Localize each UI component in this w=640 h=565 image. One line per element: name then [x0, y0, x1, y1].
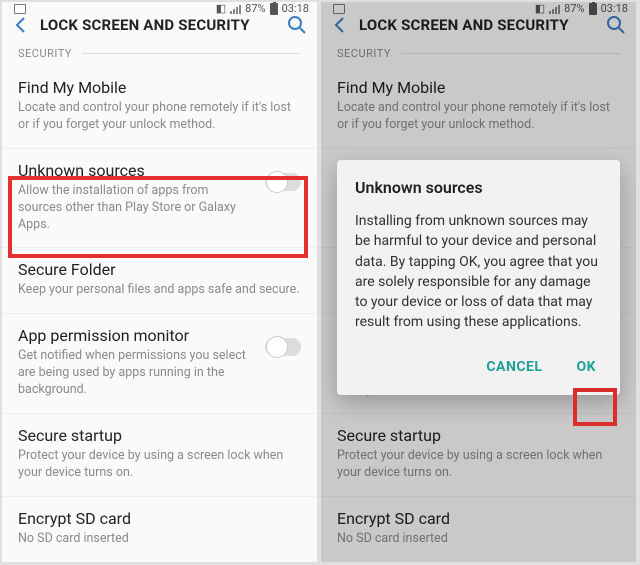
item-sub: Keep your personal files and apps safe a… [18, 282, 301, 299]
status-time: 03:18 [282, 2, 309, 15]
item-sub: Locate and control your phone remotely i… [18, 100, 301, 134]
item-unknown-sources[interactable]: Unknown sources Allow the installation o… [2, 149, 317, 249]
item-find-my-mobile[interactable]: Find My Mobile Locate and control your p… [2, 66, 317, 149]
item-title: App permission monitor [18, 326, 255, 345]
item-sub: Get notified when permissions you select… [18, 348, 255, 399]
dialog-body: Installing from unknown sources may be h… [355, 211, 602, 333]
item-title: Find My Mobile [18, 78, 301, 97]
gallery-icon [14, 4, 26, 14]
toggle-app-permission[interactable] [265, 338, 301, 356]
section-header: SECURITY [2, 35, 317, 66]
item-title: Secure Folder [18, 260, 301, 279]
section-label: SECURITY [18, 47, 72, 60]
item-sub: No SD card inserted [18, 531, 301, 548]
dialog-title: Unknown sources [355, 178, 602, 197]
dialog-buttons: CANCEL OK [355, 349, 602, 385]
toggle-unknown-sources[interactable] [265, 173, 301, 191]
item-title: Encrypt SD card [18, 509, 301, 528]
dialog-unknown-sources: Unknown sources Installing from unknown … [337, 160, 620, 395]
item-app-permission-monitor[interactable]: App permission monitor Get notified when… [2, 314, 317, 414]
item-sub: Protect your device by using a screen lo… [18, 448, 301, 482]
cancel-button[interactable]: CANCEL [482, 353, 546, 381]
status-bar: ◧ 87% 03:18 [2, 2, 317, 15]
battery-icon [270, 3, 278, 15]
appbar-title: LOCK SCREEN AND SECURITY [40, 16, 277, 34]
signal-icon [230, 4, 241, 14]
phone-right: ◧ 87% 03:18 LOCK SCREEN AND SECURITY SEC… [321, 2, 636, 562]
data-icon: ◧ [216, 2, 226, 15]
item-title: Secure startup [18, 426, 301, 445]
item-title: Unknown sources [18, 161, 255, 180]
item-sub: Allow the installation of apps from sour… [18, 183, 255, 234]
phone-left: ◧ 87% 03:18 LOCK SCREEN AND SECURITY SEC… [2, 2, 317, 562]
back-button[interactable] [12, 16, 30, 34]
ok-button[interactable]: OK [572, 353, 600, 381]
item-secure-folder[interactable]: Secure Folder Keep your personal files a… [2, 248, 317, 314]
section-divider [82, 53, 301, 54]
search-button[interactable] [287, 15, 307, 35]
item-encrypt-sd[interactable]: Encrypt SD card No SD card inserted [2, 497, 317, 562]
battery-pct: 87% [245, 2, 265, 15]
item-secure-startup[interactable]: Secure startup Protect your device by us… [2, 414, 317, 497]
app-bar: LOCK SCREEN AND SECURITY [2, 15, 317, 35]
